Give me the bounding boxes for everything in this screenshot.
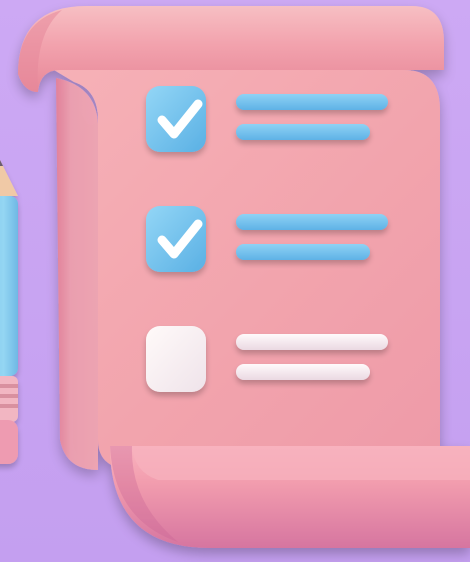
checkbox-unchecked-icon [146,326,206,392]
paper-scroll [18,6,470,548]
checkbox-checked-icon [146,86,206,152]
illustration-canvas [0,0,470,562]
checkbox-checked-icon [146,206,206,272]
checklist-illustration [0,0,470,562]
pencil-icon [0,160,18,464]
